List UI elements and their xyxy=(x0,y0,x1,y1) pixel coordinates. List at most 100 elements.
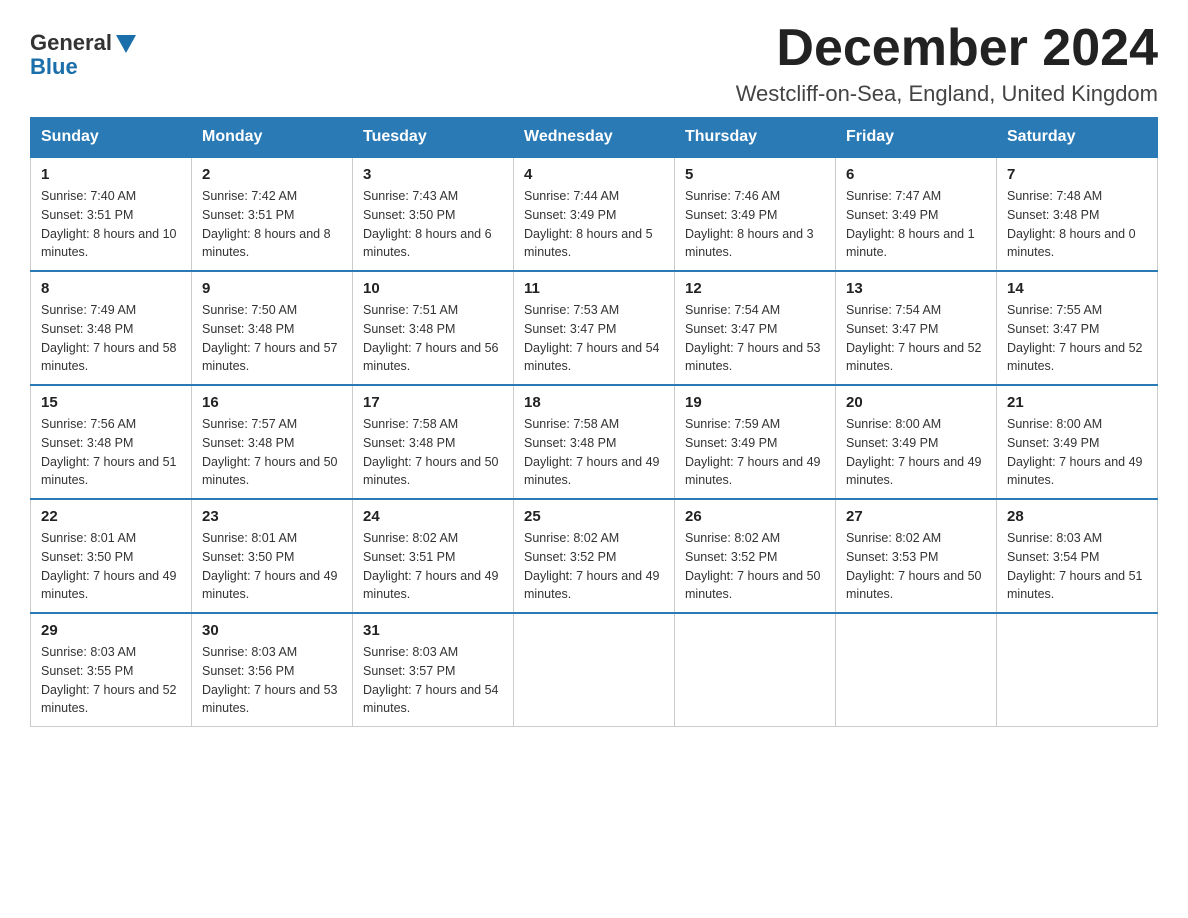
day-number: 13 xyxy=(846,280,986,297)
calendar-week-5: 29 Sunrise: 8:03 AMSunset: 3:55 PMDayligh… xyxy=(31,613,1158,727)
day-info: Sunrise: 7:58 AMSunset: 3:48 PMDaylight:… xyxy=(363,415,503,490)
day-number: 8 xyxy=(41,280,181,297)
calendar-cell: 6 Sunrise: 7:47 AMSunset: 3:49 PMDaylight… xyxy=(836,157,997,271)
day-info: Sunrise: 7:43 AMSunset: 3:50 PMDaylight:… xyxy=(363,187,503,262)
calendar-cell: 20 Sunrise: 8:00 AMSunset: 3:49 PMDayligh… xyxy=(836,385,997,499)
day-info: Sunrise: 7:59 AMSunset: 3:49 PMDaylight:… xyxy=(685,415,825,490)
calendar-cell xyxy=(514,613,675,727)
day-info: Sunrise: 7:56 AMSunset: 3:48 PMDaylight:… xyxy=(41,415,181,490)
day-info: Sunrise: 8:00 AMSunset: 3:49 PMDaylight:… xyxy=(1007,415,1147,490)
day-info: Sunrise: 7:57 AMSunset: 3:48 PMDaylight:… xyxy=(202,415,342,490)
day-info: Sunrise: 7:48 AMSunset: 3:48 PMDaylight:… xyxy=(1007,187,1147,262)
day-info: Sunrise: 7:54 AMSunset: 3:47 PMDaylight:… xyxy=(685,301,825,376)
calendar-cell: 12 Sunrise: 7:54 AMSunset: 3:47 PMDayligh… xyxy=(675,271,836,385)
calendar-cell: 26 Sunrise: 8:02 AMSunset: 3:52 PMDayligh… xyxy=(675,499,836,613)
calendar-cell: 15Sunrise: 7:56 AMSunset: 3:48 PMDayligh… xyxy=(31,385,192,499)
day-number: 18 xyxy=(524,394,664,411)
calendar-cell: 4Sunrise: 7:44 AMSunset: 3:49 PMDaylight… xyxy=(514,157,675,271)
day-info: Sunrise: 7:47 AMSunset: 3:49 PMDaylight:… xyxy=(846,187,986,262)
day-info: Sunrise: 8:02 AMSunset: 3:53 PMDaylight:… xyxy=(846,529,986,604)
day-header-monday: Monday xyxy=(192,118,353,158)
calendar-cell: 29 Sunrise: 8:03 AMSunset: 3:55 PMDayligh… xyxy=(31,613,192,727)
calendar-cell: 30 Sunrise: 8:03 AMSunset: 3:56 PMDayligh… xyxy=(192,613,353,727)
calendar-cell: 27 Sunrise: 8:02 AMSunset: 3:53 PMDayligh… xyxy=(836,499,997,613)
calendar-cell xyxy=(836,613,997,727)
page-header: General Blue December 2024 Westcliff-on-… xyxy=(30,20,1158,107)
day-info: Sunrise: 8:02 AMSunset: 3:51 PMDaylight:… xyxy=(363,529,503,604)
day-number: 26 xyxy=(685,508,825,525)
calendar-cell: 18 Sunrise: 7:58 AMSunset: 3:48 PMDayligh… xyxy=(514,385,675,499)
calendar-cell: 16 Sunrise: 7:57 AMSunset: 3:48 PMDayligh… xyxy=(192,385,353,499)
logo-general-label: General xyxy=(30,30,112,56)
day-number: 6 xyxy=(846,166,986,183)
day-number: 12 xyxy=(685,280,825,297)
day-info: Sunrise: 7:51 AMSunset: 3:48 PMDaylight:… xyxy=(363,301,503,376)
calendar-week-1: 1 Sunrise: 7:40 AMSunset: 3:51 PMDaylight… xyxy=(31,157,1158,271)
day-number: 31 xyxy=(363,622,503,639)
logo-blue-label: Blue xyxy=(30,54,78,80)
day-info: Sunrise: 8:02 AMSunset: 3:52 PMDaylight:… xyxy=(685,529,825,604)
day-info: Sunrise: 7:49 AMSunset: 3:48 PMDaylight:… xyxy=(41,301,181,376)
day-info: Sunrise: 7:54 AMSunset: 3:47 PMDaylight:… xyxy=(846,301,986,376)
calendar-week-3: 15Sunrise: 7:56 AMSunset: 3:48 PMDayligh… xyxy=(31,385,1158,499)
logo: General Blue xyxy=(30,20,136,80)
day-info: Sunrise: 8:03 AMSunset: 3:56 PMDaylight:… xyxy=(202,643,342,718)
day-number: 2 xyxy=(202,166,342,183)
calendar-week-2: 8 Sunrise: 7:49 AMSunset: 3:48 PMDaylight… xyxy=(31,271,1158,385)
calendar-cell: 31 Sunrise: 8:03 AMSunset: 3:57 PMDayligh… xyxy=(353,613,514,727)
day-header-friday: Friday xyxy=(836,118,997,158)
day-number: 17 xyxy=(363,394,503,411)
calendar-cell: 3Sunrise: 7:43 AMSunset: 3:50 PMDaylight… xyxy=(353,157,514,271)
day-number: 1 xyxy=(41,166,181,183)
day-info: Sunrise: 8:03 AMSunset: 3:57 PMDaylight:… xyxy=(363,643,503,718)
calendar-cell: 17 Sunrise: 7:58 AMSunset: 3:48 PMDayligh… xyxy=(353,385,514,499)
day-number: 16 xyxy=(202,394,342,411)
day-info: Sunrise: 8:01 AMSunset: 3:50 PMDaylight:… xyxy=(41,529,181,604)
calendar-cell: 1 Sunrise: 7:40 AMSunset: 3:51 PMDaylight… xyxy=(31,157,192,271)
day-number: 10 xyxy=(363,280,503,297)
day-number: 30 xyxy=(202,622,342,639)
calendar-cell: 10 Sunrise: 7:51 AMSunset: 3:48 PMDayligh… xyxy=(353,271,514,385)
day-info: Sunrise: 8:02 AMSunset: 3:52 PMDaylight:… xyxy=(524,529,664,604)
day-number: 5 xyxy=(685,166,825,183)
day-info: Sunrise: 7:53 AMSunset: 3:47 PMDaylight:… xyxy=(524,301,664,376)
day-info: Sunrise: 7:46 AMSunset: 3:49 PMDaylight:… xyxy=(685,187,825,262)
calendar-cell: 11Sunrise: 7:53 AMSunset: 3:47 PMDayligh… xyxy=(514,271,675,385)
day-info: Sunrise: 7:55 AMSunset: 3:47 PMDaylight:… xyxy=(1007,301,1147,376)
days-of-week-row: SundayMondayTuesdayWednesdayThursdayFrid… xyxy=(31,118,1158,158)
calendar-cell: 28Sunrise: 8:03 AMSunset: 3:54 PMDayligh… xyxy=(997,499,1158,613)
day-info: Sunrise: 7:58 AMSunset: 3:48 PMDaylight:… xyxy=(524,415,664,490)
day-number: 20 xyxy=(846,394,986,411)
title-section: December 2024 Westcliff-on-Sea, England,… xyxy=(736,20,1158,107)
day-info: Sunrise: 8:03 AMSunset: 3:55 PMDaylight:… xyxy=(41,643,181,718)
calendar-cell: 22 Sunrise: 8:01 AMSunset: 3:50 PMDayligh… xyxy=(31,499,192,613)
calendar-week-4: 22 Sunrise: 8:01 AMSunset: 3:50 PMDayligh… xyxy=(31,499,1158,613)
day-number: 22 xyxy=(41,508,181,525)
day-header-thursday: Thursday xyxy=(675,118,836,158)
day-info: Sunrise: 7:50 AMSunset: 3:48 PMDaylight:… xyxy=(202,301,342,376)
day-info: Sunrise: 7:44 AMSunset: 3:49 PMDaylight:… xyxy=(524,187,664,262)
month-title: December 2024 xyxy=(736,20,1158,77)
day-header-saturday: Saturday xyxy=(997,118,1158,158)
calendar-cell: 23Sunrise: 8:01 AMSunset: 3:50 PMDayligh… xyxy=(192,499,353,613)
day-info: Sunrise: 8:00 AMSunset: 3:49 PMDaylight:… xyxy=(846,415,986,490)
day-number: 27 xyxy=(846,508,986,525)
calendar-cell: 9 Sunrise: 7:50 AMSunset: 3:48 PMDaylight… xyxy=(192,271,353,385)
day-number: 29 xyxy=(41,622,181,639)
day-number: 25 xyxy=(524,508,664,525)
calendar-cell: 14Sunrise: 7:55 AMSunset: 3:47 PMDayligh… xyxy=(997,271,1158,385)
day-number: 19 xyxy=(685,394,825,411)
day-number: 23 xyxy=(202,508,342,525)
day-number: 9 xyxy=(202,280,342,297)
calendar-cell: 25 Sunrise: 8:02 AMSunset: 3:52 PMDayligh… xyxy=(514,499,675,613)
day-header-tuesday: Tuesday xyxy=(353,118,514,158)
calendar-cell: 7Sunrise: 7:48 AMSunset: 3:48 PMDaylight… xyxy=(997,157,1158,271)
calendar-cell: 2 Sunrise: 7:42 AMSunset: 3:51 PMDaylight… xyxy=(192,157,353,271)
calendar-cell: 8 Sunrise: 7:49 AMSunset: 3:48 PMDaylight… xyxy=(31,271,192,385)
calendar-cell: 19 Sunrise: 7:59 AMSunset: 3:49 PMDayligh… xyxy=(675,385,836,499)
day-info: Sunrise: 7:42 AMSunset: 3:51 PMDaylight:… xyxy=(202,187,342,262)
calendar-cell: 13 Sunrise: 7:54 AMSunset: 3:47 PMDayligh… xyxy=(836,271,997,385)
calendar-header: SundayMondayTuesdayWednesdayThursdayFrid… xyxy=(31,118,1158,158)
day-number: 24 xyxy=(363,508,503,525)
day-info: Sunrise: 7:40 AMSunset: 3:51 PMDaylight:… xyxy=(41,187,181,262)
